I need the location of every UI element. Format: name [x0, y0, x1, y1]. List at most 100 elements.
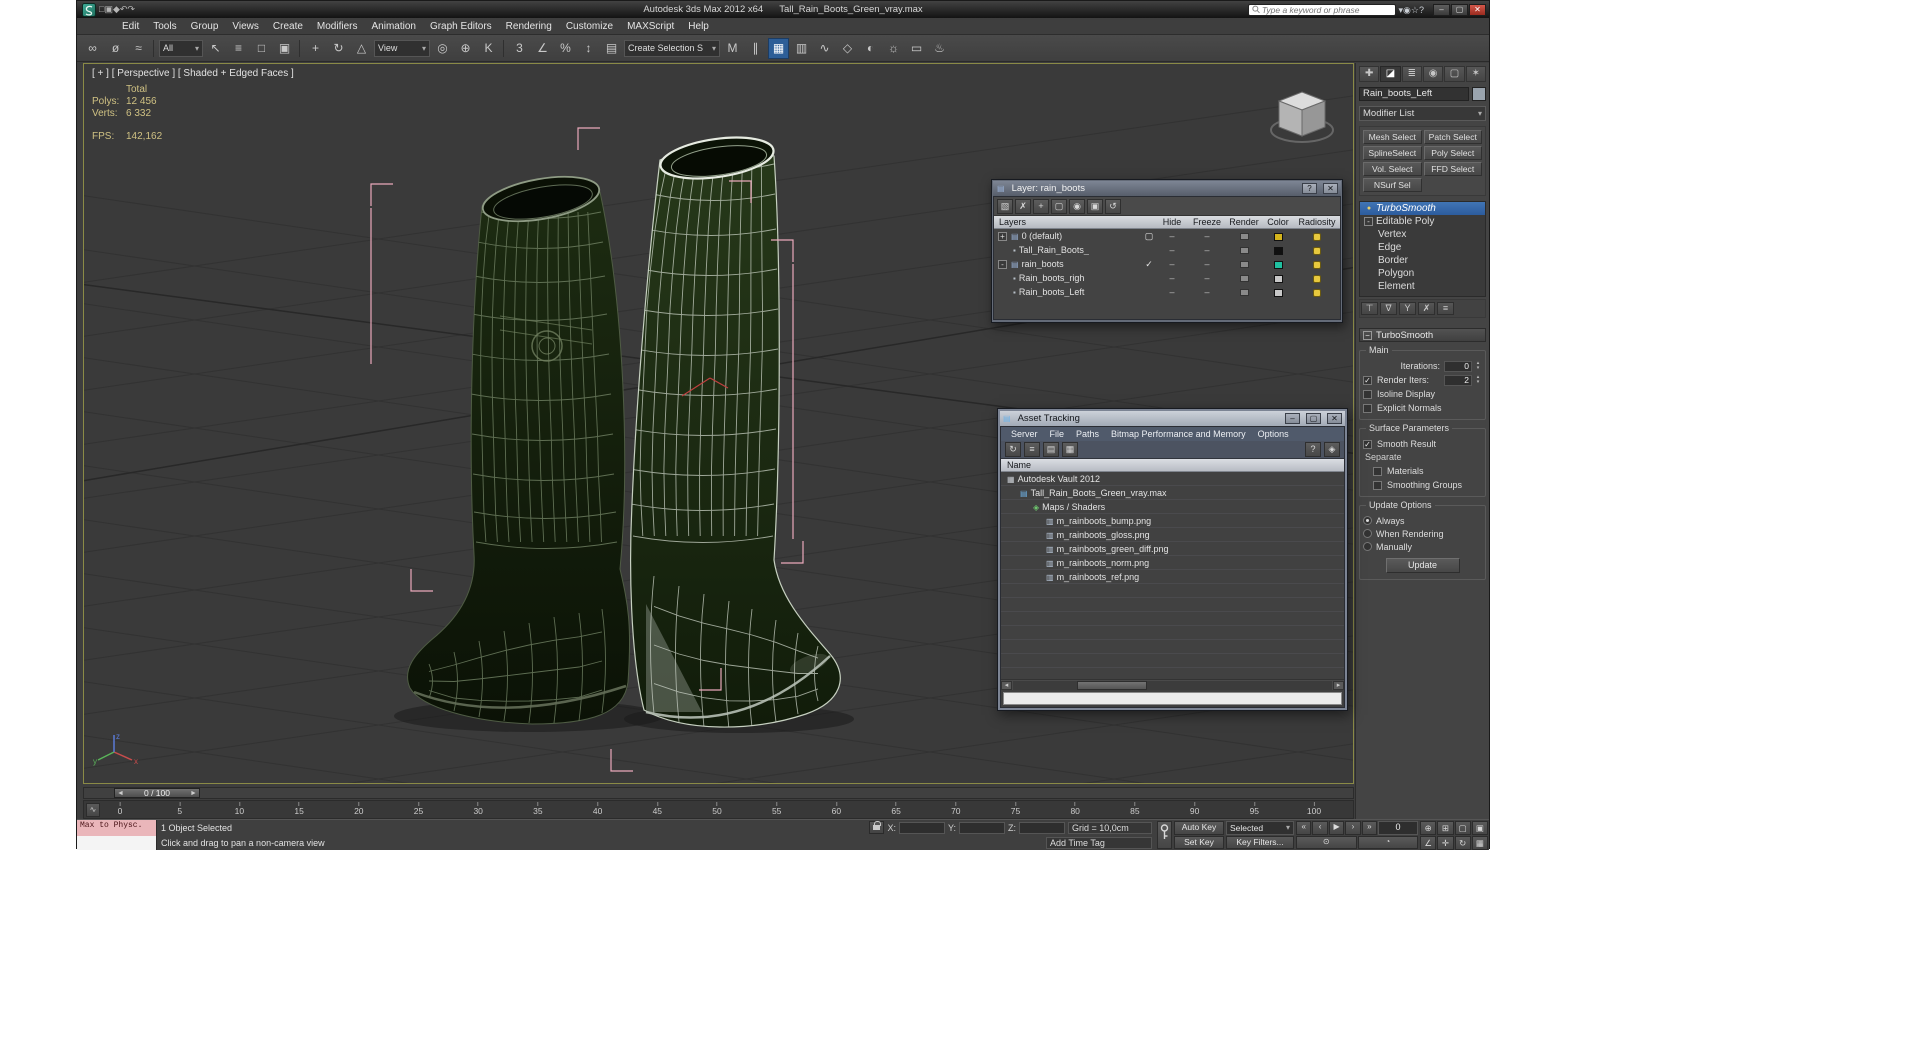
iterations-field[interactable]: 0	[1444, 361, 1472, 372]
x-coordinate-field[interactable]	[899, 822, 945, 834]
material-editor-icon[interactable]: ◐	[860, 38, 881, 59]
listener-macro-line[interactable]: Max to Physc.	[77, 820, 156, 836]
asset-row-m-rainboots-ref-png[interactable]: ▥m_rainboots_ref.png	[1001, 570, 1344, 584]
edit-named-selection-sets-icon[interactable]: ▤	[601, 38, 622, 59]
y-coordinate-field[interactable]	[959, 822, 1005, 834]
spinner-snap-icon[interactable]: ↕	[578, 38, 599, 59]
reference-coordinate-dropdown[interactable]: View▾	[374, 40, 430, 57]
stack-item-editable-poly[interactable]: -Editable Poly	[1360, 215, 1485, 228]
asset-menu-file[interactable]: File	[1044, 429, 1071, 439]
layer-row-rain-boots[interactable]: -▤rain_boots✓––	[994, 257, 1340, 271]
lightbulb-icon[interactable]: ●	[1364, 202, 1374, 215]
radio-always[interactable]: Always	[1363, 514, 1482, 527]
explicit-normals-checkbox[interactable]	[1363, 404, 1372, 413]
expander-icon[interactable]: -	[998, 260, 1007, 269]
graphite-ribbon-icon[interactable]: ▥	[791, 38, 812, 59]
hide-toggle[interactable]: –	[1156, 273, 1188, 283]
listener-script-line[interactable]	[77, 836, 156, 850]
stack-item-border[interactable]: Border	[1360, 254, 1485, 267]
horizontal-scrollbar[interactable]: ◂ ▸	[1001, 679, 1344, 690]
nsurf-sel-button[interactable]: NSurf Sel	[1363, 178, 1422, 192]
keyboard-override-icon[interactable]: K	[478, 38, 499, 59]
menu-maxscript[interactable]: MAXScript	[620, 20, 681, 33]
layer-color-swatch[interactable]	[1262, 287, 1294, 297]
freeze-toggle[interactable]: –	[1188, 245, 1226, 255]
key-filters-button[interactable]: Key Filters...	[1226, 836, 1294, 850]
angle-snap-icon[interactable]: ∠	[532, 38, 553, 59]
render-setup-icon[interactable]: ☼	[883, 38, 904, 59]
smooth-result-checkbox[interactable]: ✓	[1363, 440, 1372, 449]
tab-utilities[interactable]: ✶	[1466, 66, 1486, 82]
layer-color-swatch[interactable]	[1262, 231, 1294, 241]
menu-animation[interactable]: Animation	[364, 20, 422, 33]
view-table-icon[interactable]: ▦	[1062, 442, 1078, 457]
mini-curve-editor-button[interactable]: ∿	[86, 803, 100, 817]
configure-modifier-sets-icon[interactable]: ≡	[1437, 302, 1454, 315]
patch-select-button[interactable]: Patch Select	[1424, 130, 1483, 144]
make-unique-icon[interactable]: Y	[1399, 302, 1416, 315]
menu-modifiers[interactable]: Modifiers	[310, 20, 365, 33]
bind-to-space-warp-icon[interactable]: ≈	[128, 38, 149, 59]
maximize-viewport-icon[interactable]: ▦	[1472, 836, 1488, 850]
maxscript-mini-listener[interactable]: Max to Physc.	[77, 820, 157, 850]
key-filter-dropdown[interactable]: Selected ▾	[1226, 821, 1294, 835]
layer-row-0-default[interactable]: +▤0 (default)▢––	[994, 229, 1340, 243]
zoom-extents-all-icon[interactable]: ▣	[1472, 821, 1488, 835]
asset-menu-paths[interactable]: Paths	[1070, 429, 1105, 439]
zoom-extents-icon[interactable]: ▢	[1455, 821, 1471, 835]
layer-color-swatch[interactable]	[1262, 245, 1294, 255]
show-end-result-icon[interactable]: ∇	[1380, 302, 1397, 315]
help-icon[interactable]: ?	[1419, 5, 1424, 15]
layer-row-tall-rain-boots[interactable]: ▪Tall_Rain_Boots_––	[994, 243, 1340, 257]
freeze-toggle[interactable]: –	[1188, 273, 1226, 283]
render-iters-spinner[interactable]: ▴▾	[1474, 375, 1482, 385]
asset-row-m-rainboots-bump-png[interactable]: ▥m_rainboots_bump.png	[1001, 514, 1344, 528]
render-toggle[interactable]	[1226, 245, 1262, 255]
select-object-icon[interactable]: ↖	[205, 38, 226, 59]
time-slider-handle[interactable]: ◄ 0 / 100 ►	[114, 788, 200, 798]
snap-toggle-3d-icon[interactable]: 3	[509, 38, 530, 59]
open-file-icon[interactable]: ▣	[104, 4, 113, 14]
menu-views[interactable]: Views	[225, 20, 266, 33]
menu-create[interactable]: Create	[266, 20, 310, 33]
stack-item-polygon[interactable]: Polygon	[1360, 267, 1485, 280]
menu-customize[interactable]: Customize	[559, 20, 620, 33]
scroll-left-icon[interactable]: ◂	[1001, 681, 1012, 690]
unlink-selection-icon[interactable]: ø	[105, 38, 126, 59]
menu-graph-editors[interactable]: Graph Editors	[423, 20, 499, 33]
window-crossing-toggle-icon[interactable]: ▣	[274, 38, 295, 59]
viewcube[interactable]	[1265, 84, 1339, 157]
render-toggle[interactable]	[1226, 259, 1262, 269]
render-toggle[interactable]	[1226, 273, 1262, 283]
asset-name-column-header[interactable]: Name	[1001, 459, 1344, 472]
render-production-icon[interactable]: ♨	[929, 38, 950, 59]
play-button[interactable]: ▶	[1329, 821, 1344, 835]
set-keys-button[interactable]	[1157, 821, 1172, 849]
refresh-status-icon[interactable]: ↻	[1005, 442, 1021, 457]
asset-menu-options[interactable]: Options	[1252, 429, 1295, 439]
layer-color-swatch[interactable]	[1262, 273, 1294, 283]
object-name-field[interactable]: Rain_boots_Left	[1359, 87, 1469, 101]
render-iters-field[interactable]: 2	[1444, 375, 1472, 386]
delete-layer-icon[interactable]: ✗	[1015, 199, 1031, 214]
freeze-toggle[interactable]: –	[1188, 287, 1226, 297]
isoline-display-checkbox[interactable]	[1363, 390, 1372, 399]
tab-hierarchy[interactable]: ≣	[1402, 66, 1422, 82]
expander-icon[interactable]: -	[1364, 217, 1373, 226]
next-frame-button[interactable]: ›	[1345, 821, 1360, 835]
maximize-button[interactable]: ▢	[1306, 413, 1321, 424]
render-toggle[interactable]	[1226, 287, 1262, 297]
stack-item-vertex[interactable]: Vertex	[1360, 228, 1485, 241]
select-by-name-icon[interactable]: ≡	[228, 38, 249, 59]
materials-checkbox[interactable]	[1373, 467, 1382, 476]
scrollbar-thumb[interactable]	[1077, 681, 1147, 690]
select-and-link-icon[interactable]: ∞	[82, 38, 103, 59]
render-toggle[interactable]	[1226, 231, 1262, 241]
auto-key-button[interactable]: Auto Key	[1174, 821, 1224, 835]
stack-item-edge[interactable]: Edge	[1360, 241, 1485, 254]
highlight-layer-icon[interactable]: ▣	[1087, 199, 1103, 214]
vol-select-button[interactable]: Vol. Select	[1363, 162, 1422, 176]
previous-frame-button[interactable]: ‹	[1312, 821, 1327, 835]
expander-icon[interactable]: +	[998, 232, 1007, 241]
asset-menu-bitmap-performance-and-memory[interactable]: Bitmap Performance and Memory	[1105, 429, 1252, 439]
